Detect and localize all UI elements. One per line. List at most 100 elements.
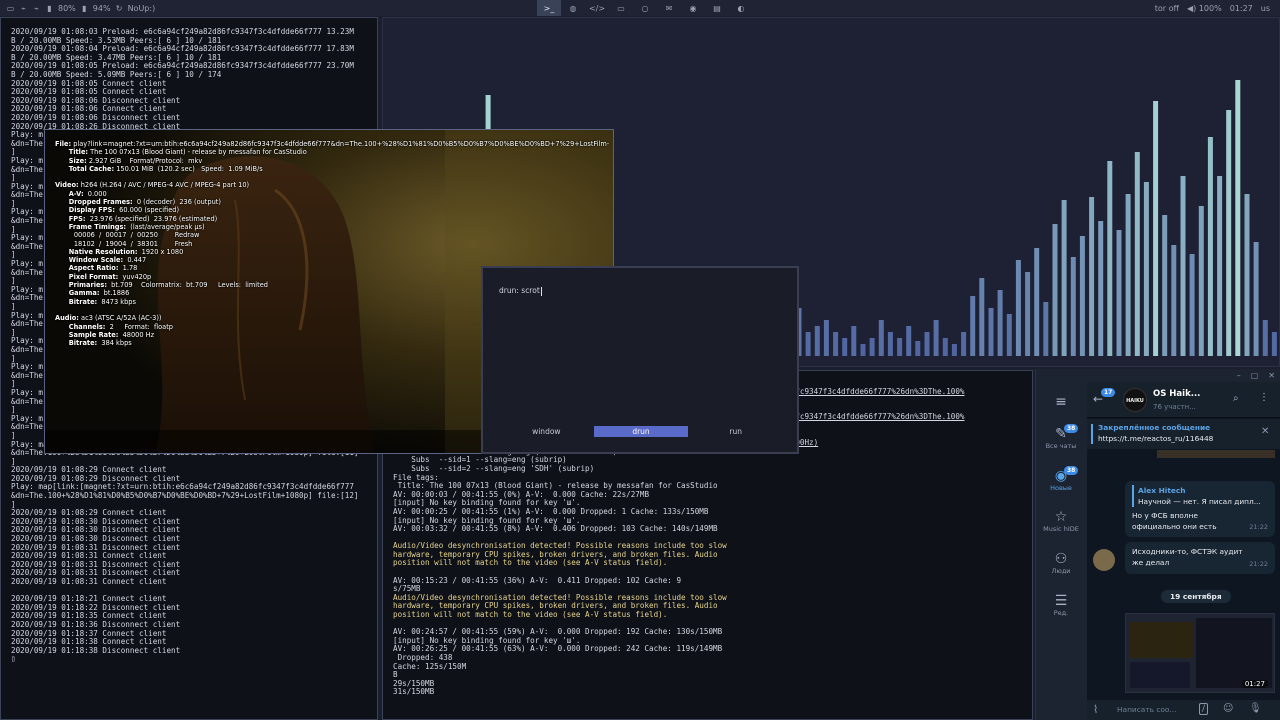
terminal-line: Subs --sid=2 --slang=eng 'SDH' (subrip) (393, 463, 595, 473)
workspace-web[interactable]: ◍ (561, 0, 585, 16)
terminal-line: AV: 00:15:23 / 00:41:55 (36%) A-V: 0.411… (393, 575, 682, 585)
image-thumb-panel (1130, 662, 1190, 688)
visualizer-bar (988, 308, 994, 356)
workspace-code[interactable]: </> (585, 0, 609, 16)
message-bubble[interactable]: Исходники-то, ФСТЭК аудит же делал 21:22 (1125, 542, 1275, 574)
workspace-files[interactable]: ▭ (609, 0, 633, 16)
visualizer-bar (1116, 230, 1122, 356)
volume-status[interactable]: ◀) 100% (1187, 4, 1222, 13)
message-bubble[interactable]: Alex Hitech Научной — нет. Я писал дипл.… (1125, 481, 1275, 537)
launcher-prompt[interactable]: drun: scrot (499, 286, 542, 296)
workspace-chat[interactable]: ○ (633, 0, 657, 16)
text-cursor (540, 286, 542, 296)
minimize-button[interactable]: – (1237, 369, 1241, 382)
close-button[interactable]: ✕ (1268, 369, 1275, 382)
launcher-input[interactable]: scrot (521, 286, 539, 295)
launcher-mode-tabs: window drun run (499, 426, 783, 437)
window-controls: – ▢ ✕ (1036, 369, 1280, 382)
rss-icon: ⌁ (34, 3, 39, 13)
terminal-line: AV: 00:03:32 / 00:41:55 (8%) A-V: 0.406 … (393, 524, 718, 534)
message-text: Исходники-то, ФСТЭК аудит же делал (1132, 547, 1243, 567)
keyboard-layout[interactable]: us (1261, 4, 1270, 13)
image-message[interactable]: 01:27 (1125, 613, 1275, 693)
visualizer-bar (1271, 332, 1277, 356)
workspace-view[interactable]: ◉ (681, 0, 705, 16)
star-icon: ☆ (1054, 509, 1068, 525)
visualizer-bar (1070, 257, 1076, 356)
rss-icon: ⌁ (21, 3, 26, 13)
osd-line: Native Resolution: 1920 x 1080 (55, 247, 184, 256)
visualizer-bar (1153, 101, 1159, 356)
more-icon[interactable]: ⋮ (1259, 392, 1269, 403)
maximize-button[interactable]: ▢ (1251, 369, 1259, 382)
visualizer-bar (951, 344, 957, 356)
visualizer-bar (887, 332, 893, 356)
visualizer-bar (1262, 320, 1268, 356)
visualizer-bar (906, 326, 912, 356)
visualizer-bar (1098, 221, 1104, 356)
chat-header: ← 17 HAIKU OS Haik... 76 участн... ⌕ ⋮ (1087, 382, 1280, 418)
microphone-icon[interactable]: 🎙︎ (1249, 703, 1262, 714)
sender-avatar[interactable] (1093, 549, 1115, 571)
visualizer-bar (805, 332, 811, 356)
image-thumb-video (1130, 622, 1194, 658)
folder-people[interactable]: ⚇ Люди (1036, 551, 1086, 575)
visualizer-bar (1025, 272, 1031, 356)
mode-window[interactable]: window (499, 426, 594, 437)
osd-line: 00006 / 00017 / 00250 Redraw (55, 231, 200, 240)
commands-icon[interactable]: / (1199, 703, 1209, 715)
workspace-media[interactable]: ▤ (705, 0, 729, 16)
folder-music-hide[interactable]: ☆ Music hIDE (1036, 509, 1086, 533)
reply-quote[interactable]: Alex Hitech Научной — нет. Я писал дипл.… (1132, 485, 1268, 507)
top-status-bar: ▭ ⌁ ⌁ ▮ 80% ▮ 94% ↻ NoUp:) >_ ◍ </> ▭ ○ … (0, 0, 1280, 16)
workspace-system[interactable]: ◐ (729, 0, 753, 16)
mode-run[interactable]: run (688, 426, 783, 437)
search-icon[interactable]: ⌕ (1233, 393, 1239, 404)
terminal-line: 29s/150MB (393, 678, 435, 688)
visualizer-bar (1052, 224, 1058, 356)
terminal-line: B (393, 670, 398, 680)
date-separator: 19 сентября (1161, 590, 1231, 603)
folder-label: Все чаты (1045, 442, 1077, 450)
app-launcher[interactable]: drun: scrot window drun run (481, 266, 799, 454)
folder-new[interactable]: ◉ Новые 38 (1036, 466, 1086, 492)
terminal-line: position will not match to the video (se… (393, 610, 668, 620)
visualizer-bar (1015, 260, 1021, 356)
emoji-icon[interactable]: ☺ (1223, 703, 1233, 714)
visualizer-bar (1162, 215, 1168, 356)
updates-status: NoUp:) (127, 3, 156, 13)
visualizer-bar (1171, 245, 1177, 356)
pinned-message[interactable]: Закреплённое сообщение https://t.me/reac… (1087, 419, 1280, 449)
tor-status[interactable]: tor off (1155, 4, 1179, 13)
terminal-line: 2020/09/19 01:08:31 Connect client (11, 577, 167, 586)
battery-icon: ▮ (47, 3, 52, 13)
attach-icon[interactable]: ⌇ (1093, 703, 1098, 716)
osd-line: Total Cache: 150.01 MiB (120.2 sec) Spee… (55, 164, 263, 173)
message-input[interactable]: Написать соо... (1117, 705, 1176, 714)
image-preview-top[interactable] (1157, 450, 1275, 458)
folder-all-chats[interactable]: ✎ Все чаты 38 (1036, 424, 1086, 450)
visualizer-bar (1217, 176, 1223, 356)
close-icon[interactable]: ✕ (1261, 426, 1269, 437)
visualizer-bar (1244, 194, 1250, 356)
workspace-mail[interactable]: ✉ (657, 0, 681, 16)
workspace-terminal[interactable]: >_ (537, 0, 561, 16)
hamburger-icon: ≡ (1055, 394, 1067, 410)
visualizer-bar (979, 278, 985, 356)
message-composer: ⌇ Написать соо... / ☺ 🎙︎ (1087, 700, 1280, 720)
chat-subtitle: 76 участн... (1153, 403, 1196, 411)
folder-edit[interactable]: ☰ Ред. (1036, 593, 1086, 617)
visualizer-bar (1207, 137, 1213, 356)
osd-line: Window Scale: 0.447 (55, 256, 147, 265)
menu-button[interactable]: ≡ (1036, 394, 1086, 410)
visualizer-bar (1006, 314, 1012, 356)
visualizer-bar (1079, 236, 1085, 356)
chat-title[interactable]: OS Haik... (1153, 389, 1200, 399)
pinned-title: Закреплённое сообщение (1098, 423, 1211, 432)
mode-drun[interactable]: drun (593, 426, 689, 437)
osd-line: A-V: 0.000 (55, 189, 107, 198)
chat-avatar[interactable]: HAIKU (1123, 388, 1147, 412)
memory-icon: ▮ (82, 3, 87, 13)
visualizer-bar (915, 341, 921, 356)
visualizer-bar (1134, 152, 1140, 356)
